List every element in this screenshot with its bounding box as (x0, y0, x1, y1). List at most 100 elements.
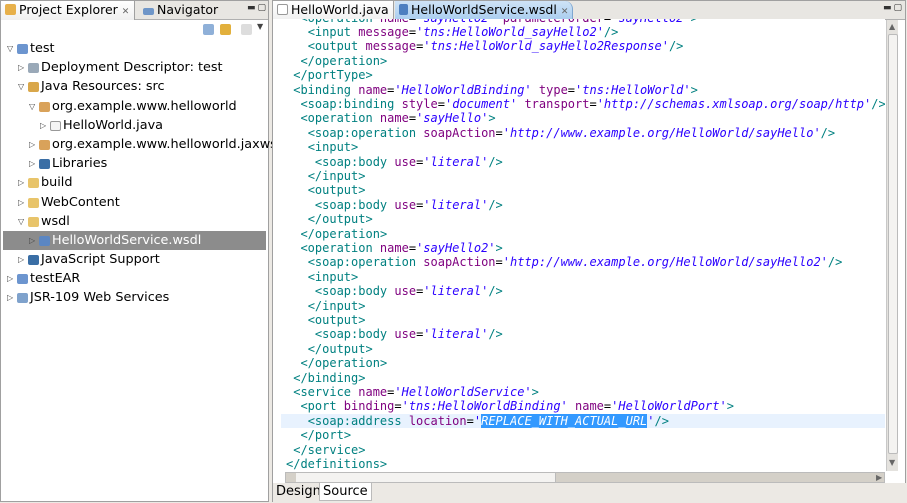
tree-item[interactable]: ▷ WebContent (3, 193, 266, 212)
tree-item-label: Libraries (52, 156, 108, 172)
project-icon (17, 44, 28, 54)
project-tree: ▽ test ▷ Deployment Descriptor: test ▽ Java R… (3, 39, 277, 308)
collapsed-arrow-icon[interactable]: ▷ (18, 250, 28, 269)
view-menu-icon[interactable]: ▼ (257, 22, 263, 31)
tab-design[interactable]: Design (273, 483, 324, 501)
code-line: <input message='tns:HelloWorld_sayHello2… (307, 25, 619, 39)
code-line: <soap:body use='literal'/> (314, 327, 503, 342)
collapsed-arrow-icon[interactable]: ▷ (29, 154, 39, 173)
collapsed-arrow-icon[interactable]: ▷ (18, 58, 28, 77)
deployment-descriptor-icon (28, 63, 39, 74)
tab-project-explorer[interactable]: Project Explorer ✕ (1, 1, 135, 20)
tree-item-label: WebContent (41, 194, 120, 210)
tab-helloworld-java[interactable]: HelloWorld.java (273, 1, 394, 20)
tab-label: Navigator (157, 2, 219, 17)
tree-item-label: JavaScript Support (41, 252, 160, 268)
code-line: <port binding='tns:HelloWorldBinding' na… (300, 399, 734, 414)
tree-item[interactable]: ▽ org.example.www.helloworld (3, 97, 266, 116)
code-line: <operation name='sayHello'> (300, 111, 496, 126)
tree-item[interactable]: ▷ HelloWorld.java (3, 116, 266, 135)
project-icon (17, 274, 28, 285)
tree-item[interactable]: ▷ HelloWorldService.wsdl (3, 230, 266, 251)
editor-tab-bar: HelloWorld.java HelloWorldService.wsdl ✕ … (273, 1, 905, 20)
folder-icon (28, 216, 39, 227)
tab-label: HelloWorld.java (291, 2, 389, 17)
wsdl-file-icon (39, 235, 50, 246)
expanded-arrow-icon[interactable]: ▽ (18, 77, 28, 96)
code-line: <soap:operation soapAction='http://www.e… (307, 255, 843, 270)
scroll-up-icon[interactable]: ▲ (889, 22, 895, 31)
source-text-area[interactable]: <operation name='sayHello2' parameterOrd… (273, 19, 885, 471)
tab-source[interactable]: Source (319, 483, 372, 501)
filter-icon[interactable] (241, 24, 252, 35)
tree-item-label: JSR-109 Web Services (30, 290, 170, 306)
editor-page-tabs: Design Source (273, 483, 907, 503)
vertical-scrollbar[interactable]: ▲ ▼ (886, 20, 898, 471)
code-line: <output> (307, 313, 366, 327)
tree-item-label: org.example.www.helloworld.jaxws (52, 136, 277, 152)
tree-item-label: HelloWorldService.wsdl (52, 232, 202, 248)
code-line: </operation> (300, 53, 388, 68)
tree-item[interactable]: ▽ wsdl (3, 212, 266, 231)
code-line: </input> (307, 169, 366, 183)
close-icon[interactable]: ✕ (122, 7, 130, 17)
scroll-right-icon[interactable]: ▶ (876, 473, 882, 482)
tree-item[interactable]: ▷ org.example.www.helloworld.jaxws (3, 135, 277, 154)
tab-helloworldservice-wsdl[interactable]: HelloWorldService.wsdl ✕ (395, 1, 573, 20)
tree-item[interactable]: ▷ Libraries (3, 154, 266, 173)
java-file-icon (277, 4, 288, 15)
close-icon[interactable]: ✕ (561, 7, 569, 17)
tree-item[interactable]: ▷ Deployment Descriptor: test (3, 58, 266, 77)
explorer-toolbar: ▼ (1, 21, 268, 39)
selected-text[interactable]: REPLACE_WITH_ACTUAL_URL (481, 413, 648, 428)
folder-icon (28, 197, 39, 208)
collapsed-arrow-icon[interactable]: ▷ (7, 288, 17, 307)
tree-item-label: org.example.www.helloworld (52, 98, 237, 114)
expanded-arrow-icon[interactable]: ▽ (29, 97, 39, 116)
tree-item-label: test (30, 41, 55, 56)
tree-item[interactable]: ▽ test (3, 39, 266, 58)
code-line: <soap:operation soapAction='http://www.e… (307, 125, 836, 140)
tree-item[interactable]: ▷ build (3, 173, 266, 192)
library-icon (39, 159, 50, 170)
tab-navigator[interactable]: Navigator (139, 1, 222, 20)
code-line: <operation name='sayHello2'> (300, 241, 503, 255)
code-line: <input> (307, 269, 359, 284)
minimize-maximize-icons[interactable]: ▬▢ (247, 3, 268, 13)
code-line: <soap:body use='literal'/> (314, 154, 503, 169)
library-icon (28, 255, 39, 266)
collapsed-arrow-icon[interactable]: ▷ (29, 135, 39, 154)
code-line: </output> (307, 212, 373, 227)
expanded-arrow-icon[interactable]: ▽ (7, 39, 17, 58)
tree-item[interactable]: ▷ testEAR (3, 269, 266, 288)
scroll-down-icon[interactable]: ▼ (889, 458, 895, 467)
code-line: <binding name='HelloWorldBinding' type='… (293, 82, 698, 97)
collapsed-arrow-icon[interactable]: ▷ (18, 193, 28, 212)
vertical-scroll-thumb[interactable] (888, 34, 898, 454)
code-line: </output> (307, 341, 373, 356)
collapse-all-icon[interactable] (203, 24, 214, 35)
tree-item-label: wsdl (41, 213, 70, 229)
collapsed-arrow-icon[interactable]: ▷ (18, 173, 28, 192)
horizontal-scroll-thumb[interactable] (296, 473, 556, 482)
java-file-icon (50, 120, 61, 131)
code-line: <soap:binding style='document' transport… (300, 97, 885, 111)
source-folder-icon (28, 82, 39, 93)
expanded-arrow-icon[interactable]: ▽ (18, 212, 28, 231)
tree-item-label: Deployment Descriptor: test (41, 60, 223, 76)
tree-item[interactable]: ▷ JSR-109 Web Services (3, 288, 266, 307)
tree-item[interactable]: ▷ JavaScript Support (3, 250, 266, 269)
code-line: <input> (307, 140, 359, 155)
tree-item[interactable]: ▽ Java Resources: src (3, 77, 266, 96)
code-line: </operation> (300, 226, 388, 241)
collapsed-arrow-icon[interactable]: ▷ (40, 116, 50, 135)
link-with-editor-icon[interactable] (220, 24, 231, 35)
minimize-maximize-icons[interactable]: ▬▢ (883, 3, 904, 13)
navigator-icon (143, 8, 154, 15)
wsdl-file-icon (399, 4, 408, 15)
horizontal-scrollbar[interactable]: ▶ (285, 472, 885, 483)
code-line: </binding> (293, 370, 366, 385)
collapsed-arrow-icon[interactable]: ▷ (29, 231, 39, 250)
collapsed-arrow-icon[interactable]: ▷ (7, 269, 17, 288)
wsdl-editor: HelloWorld.java HelloWorldService.wsdl ✕ … (272, 0, 907, 503)
